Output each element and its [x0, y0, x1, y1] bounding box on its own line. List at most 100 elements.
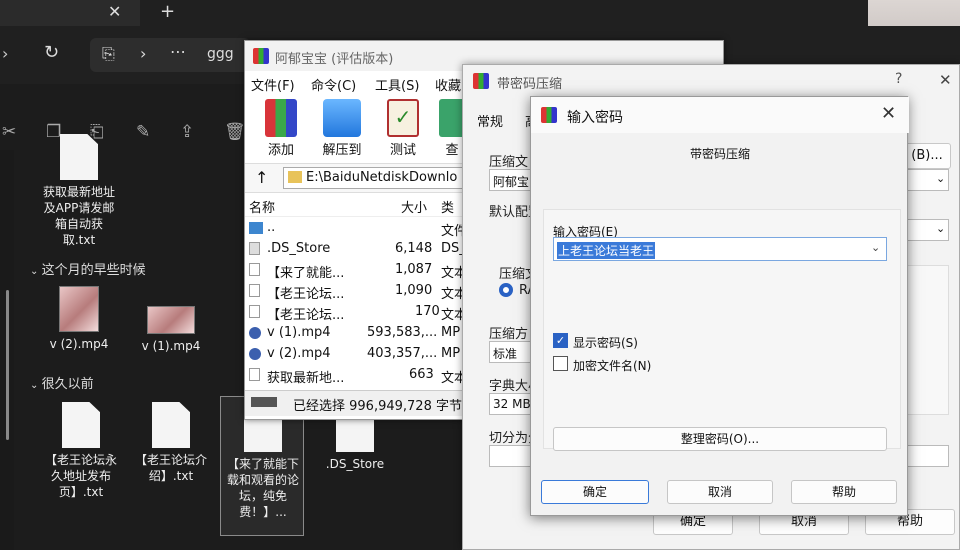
menu-command[interactable]: 命令(C) — [311, 75, 356, 94]
organize-passwords-button[interactable]: 整理密码(O)... — [553, 427, 887, 451]
file-item[interactable]: 【老王论坛介绍】.txt — [134, 402, 208, 484]
video-file-icon — [249, 327, 261, 339]
archive-app-icon — [253, 48, 269, 64]
table-row[interactable]: v (2).mp4 403,357,... MP — [245, 343, 495, 364]
forward-arrow-icon[interactable]: › — [2, 44, 8, 63]
extract-folder-icon — [323, 99, 361, 137]
group-header[interactable]: ⌄ 这个月的早些时候 — [30, 259, 146, 278]
close-icon[interactable]: ✕ — [939, 71, 952, 89]
dialog-app-icon — [541, 107, 557, 123]
group-header[interactable]: ⌄ 很久以前 — [30, 373, 94, 392]
file-item[interactable]: 【老王论坛永久地址发布页】.txt — [44, 402, 118, 500]
split-unit-select[interactable] — [903, 445, 949, 467]
text-file-icon — [249, 305, 260, 318]
file-name: .DS_Store — [325, 457, 385, 471]
text-file-icon — [60, 134, 98, 180]
ok-button[interactable]: 确定 — [541, 480, 649, 504]
text-file-icon — [249, 263, 260, 276]
show-password-checkbox[interactable]: ✓ — [553, 333, 568, 348]
test-button[interactable]: ✓ 测试 — [381, 99, 425, 158]
show-password-label: 显示密码(S) — [573, 336, 638, 350]
file-item[interactable]: 【来了就能下载和观看的论坛，纯免费！】... — [224, 406, 302, 520]
password-dialog: 输入密码 ✕ 带密码压缩 输入密码(E) 上老王论坛当老王 ⌄ ✓ 显示密码(S… — [530, 96, 909, 516]
address-text: ggg — [207, 46, 234, 62]
help-button[interactable]: 帮助 — [791, 480, 897, 504]
refresh-icon[interactable]: ↻ — [44, 42, 59, 63]
file-name: 【老王论坛介绍】.txt — [134, 453, 207, 483]
computer-icon: ⎘ — [102, 44, 115, 63]
add-button[interactable]: 添加 — [259, 99, 303, 158]
method-label: 压缩方 — [489, 327, 529, 342]
file-name: v (1).mp4 — [141, 339, 201, 353]
file-name: 【老王论坛永久地址发布页】.txt — [44, 453, 117, 499]
text-file-icon — [249, 368, 260, 381]
extract-button[interactable]: 解压到 — [317, 99, 367, 158]
video-item[interactable]: v (2).mp4 — [44, 286, 114, 352]
status-text: 已经选择 996,949,728 字节 — [293, 399, 462, 414]
file-item[interactable]: 获取最新地址及APP请发邮箱自动获取.txt — [40, 134, 118, 248]
table-row[interactable]: v (1).mp4 593,583,... MP — [245, 322, 495, 343]
help-icon[interactable]: ? — [895, 71, 902, 87]
test-check-icon: ✓ — [387, 99, 419, 137]
rename-icon[interactable]: ✎ — [136, 122, 150, 142]
text-file-icon — [152, 402, 190, 448]
table-row[interactable]: 【老王论坛... 170 文本 — [245, 301, 495, 323]
menu-favorites[interactable]: 收藏 — [435, 75, 461, 94]
scrollbar[interactable] — [6, 290, 9, 440]
path-text: E:\BaiduNetdiskDownlo — [306, 170, 458, 185]
column-name[interactable]: 名称 — [249, 197, 275, 216]
path-input[interactable]: E:\BaiduNetdiskDownlo — [283, 167, 465, 189]
encrypt-filenames-label: 加密文件名(N) — [573, 359, 652, 373]
file-name: v (2).mp4 — [49, 337, 109, 351]
file-name: 【来了就能下载和观看的论坛，纯免费！】... — [226, 457, 299, 519]
drive-icon — [251, 397, 277, 407]
tab-general[interactable]: 常规 — [477, 111, 503, 130]
options-panel — [903, 265, 949, 415]
video-thumbnail — [147, 306, 195, 334]
new-tab-icon[interactable]: + — [160, 1, 175, 22]
breadcrumb-chevron-icon[interactable]: › — [140, 44, 146, 63]
table-row[interactable]: .. 文件 — [245, 217, 495, 239]
video-file-icon — [249, 348, 261, 360]
column-size[interactable]: 大小 — [401, 197, 427, 216]
menu-tools[interactable]: 工具(S) — [375, 75, 419, 94]
cut-icon[interactable]: ✂ — [2, 122, 16, 142]
video-item[interactable]: v (1).mp4 — [136, 306, 206, 354]
table-row[interactable]: 获取最新地... 663 文本 — [245, 364, 495, 386]
dialog-app-icon — [473, 73, 489, 89]
update-mode-dropdown[interactable]: ⌄ — [903, 219, 949, 241]
up-folder-icon[interactable]: ↑ — [255, 168, 268, 187]
chevron-down-icon: ⌄ — [936, 172, 946, 185]
parent-folder-icon — [249, 222, 263, 234]
dialog-title: 输入密码 — [567, 110, 623, 126]
dialog-subtitle: 带密码压缩 — [689, 147, 750, 161]
archive-name-label: 压缩文 — [489, 155, 529, 170]
cancel-button[interactable]: 取消 — [667, 480, 773, 504]
table-row[interactable]: .DS_Store 6,148 DS_ — [245, 238, 495, 259]
more-crumbs-icon[interactable]: ⋯ — [170, 42, 186, 61]
chevron-down-icon[interactable]: ⌄ — [871, 241, 880, 254]
file-icon — [249, 242, 260, 255]
close-tab-icon[interactable]: ✕ — [108, 2, 121, 21]
file-name: 获取最新地址及APP请发邮箱自动获取.txt — [42, 185, 115, 247]
folder-icon — [288, 171, 302, 183]
add-archive-icon — [265, 99, 297, 137]
dialog-title: 带密码压缩 — [497, 77, 563, 92]
password-dialog-title-bar[interactable]: 输入密码 ✕ — [531, 97, 909, 133]
share-icon[interactable]: ⇪ — [180, 122, 194, 142]
explorer-tab-bar: ✕ + — [0, 0, 960, 46]
window-title: 阿郁宝宝 (评估版本) — [275, 52, 394, 67]
close-icon[interactable]: ✕ — [881, 103, 896, 124]
table-row[interactable]: 【老王论坛... 1,090 文本 — [245, 280, 495, 302]
archive-name-dropdown[interactable]: ⌄ — [903, 169, 949, 191]
text-file-icon — [62, 402, 100, 448]
column-type[interactable]: 类 — [441, 197, 454, 216]
text-file-icon — [249, 284, 260, 297]
password-value: 上老王论坛当老王 — [557, 242, 656, 259]
menu-file[interactable]: 文件(F) — [251, 75, 295, 94]
table-row[interactable]: 【来了就能... 1,087 文本 — [245, 259, 495, 281]
format-radio[interactable] — [499, 283, 513, 297]
delete-icon[interactable]: 🗑 — [224, 122, 246, 142]
browse-button[interactable]: (B)... — [903, 143, 951, 169]
encrypt-filenames-checkbox[interactable] — [553, 356, 568, 371]
